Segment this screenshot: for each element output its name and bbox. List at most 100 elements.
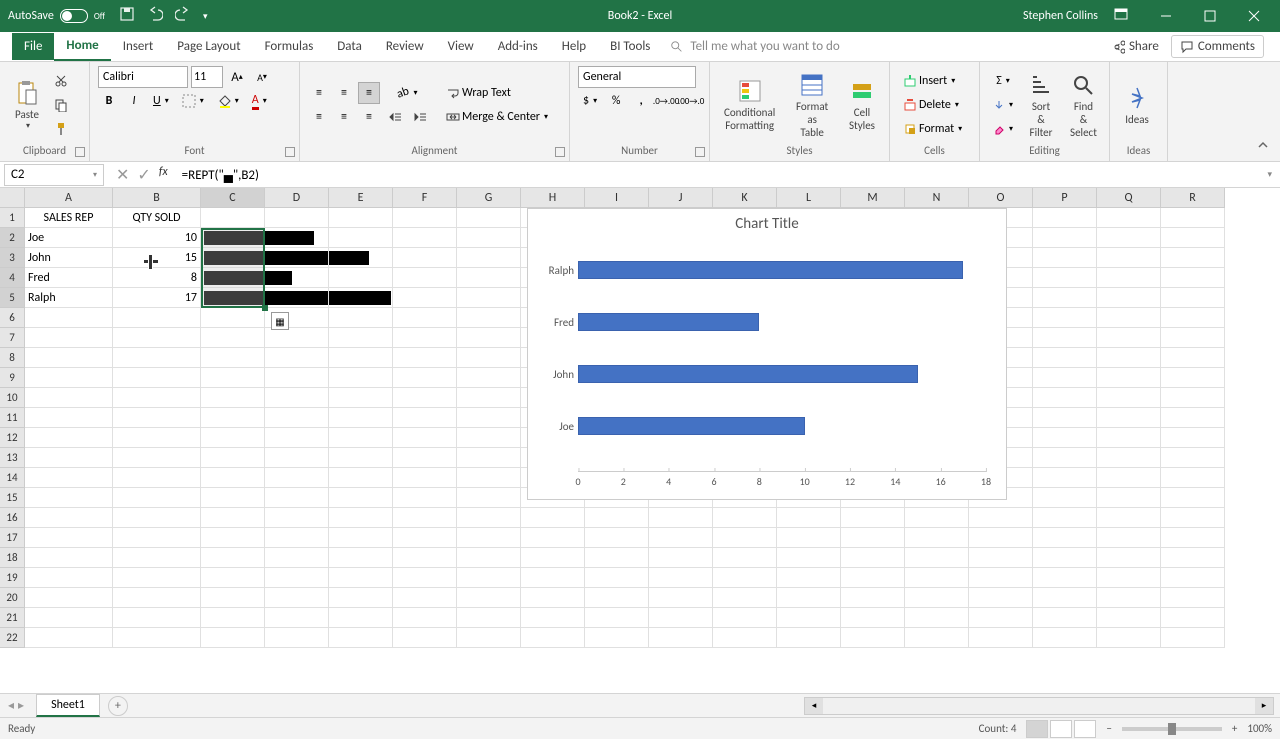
- cell[interactable]: [457, 348, 521, 368]
- cell[interactable]: [265, 428, 329, 448]
- cell[interactable]: [265, 528, 329, 548]
- percent-format-button[interactable]: %: [605, 90, 627, 112]
- merge-center-button[interactable]: Merge & Center▾: [441, 106, 571, 128]
- format-cells-button[interactable]: Format▾: [898, 118, 974, 140]
- wrap-text-button[interactable]: Wrap Text: [441, 82, 551, 104]
- underline-button[interactable]: U▾: [148, 90, 174, 112]
- collapse-ribbon-button[interactable]: [1246, 134, 1280, 161]
- cell[interactable]: [1097, 428, 1161, 448]
- fill-color-button[interactable]: ▾: [212, 90, 244, 112]
- row-header-15[interactable]: 15: [0, 488, 25, 508]
- row-header-11[interactable]: 11: [0, 408, 25, 428]
- cell[interactable]: [25, 508, 113, 528]
- maximize-button[interactable]: [1188, 0, 1232, 32]
- cell[interactable]: [265, 568, 329, 588]
- cell[interactable]: [1033, 448, 1097, 468]
- cell[interactable]: [1161, 248, 1225, 268]
- cell[interactable]: [1161, 208, 1225, 228]
- cell[interactable]: [1097, 528, 1161, 548]
- row-header-13[interactable]: 13: [0, 448, 25, 468]
- cell[interactable]: [393, 248, 457, 268]
- cell[interactable]: [457, 228, 521, 248]
- cell[interactable]: [1161, 328, 1225, 348]
- clear-button[interactable]: ▾: [988, 118, 1018, 140]
- cell[interactable]: Fred: [25, 268, 113, 288]
- cell[interactable]: [265, 548, 329, 568]
- cell[interactable]: [841, 628, 905, 648]
- cell[interactable]: [1097, 268, 1161, 288]
- cell[interactable]: 8: [113, 268, 201, 288]
- cell[interactable]: [329, 568, 393, 588]
- cell[interactable]: [1097, 328, 1161, 348]
- cell[interactable]: [25, 628, 113, 648]
- cell[interactable]: [329, 248, 393, 268]
- cell[interactable]: [329, 628, 393, 648]
- chart-bar[interactable]: [578, 417, 805, 435]
- cell[interactable]: [329, 368, 393, 388]
- chart-bar[interactable]: [578, 365, 918, 383]
- align-right-button[interactable]: ≡: [358, 106, 380, 128]
- column-header-G[interactable]: G: [457, 188, 521, 208]
- cell[interactable]: [713, 608, 777, 628]
- insert-cells-button[interactable]: Insert▾: [898, 70, 974, 92]
- cell[interactable]: [25, 548, 113, 568]
- cell[interactable]: [521, 608, 585, 628]
- increase-font-button[interactable]: A▴: [226, 66, 248, 88]
- column-header-I[interactable]: I: [585, 188, 649, 208]
- cell[interactable]: [1161, 268, 1225, 288]
- borders-button[interactable]: ▾: [177, 90, 209, 112]
- cell[interactable]: [265, 628, 329, 648]
- column-header-Q[interactable]: Q: [1097, 188, 1161, 208]
- cell[interactable]: [393, 348, 457, 368]
- cell[interactable]: [113, 548, 201, 568]
- cell[interactable]: [25, 528, 113, 548]
- cell[interactable]: [457, 568, 521, 588]
- cell[interactable]: [713, 588, 777, 608]
- autosave-toggle[interactable]: AutoSave Off: [8, 9, 105, 23]
- cell[interactable]: [393, 328, 457, 348]
- cell[interactable]: [457, 288, 521, 308]
- cell[interactable]: [1033, 288, 1097, 308]
- cell[interactable]: [113, 388, 201, 408]
- cell[interactable]: 17: [113, 288, 201, 308]
- find-select-button[interactable]: Find & Select: [1064, 70, 1103, 141]
- comments-button[interactable]: Comments: [1171, 35, 1264, 58]
- column-header-M[interactable]: M: [841, 188, 905, 208]
- cell[interactable]: [25, 348, 113, 368]
- cell[interactable]: [393, 388, 457, 408]
- autofill-options-button[interactable]: ▦: [271, 312, 289, 330]
- normal-view-button[interactable]: [1026, 720, 1048, 738]
- dialog-launcher-icon[interactable]: [555, 147, 565, 157]
- tab-page-layout[interactable]: Page Layout: [165, 33, 252, 60]
- cell[interactable]: [329, 288, 393, 308]
- cell[interactable]: [201, 348, 265, 368]
- cell[interactable]: [1033, 428, 1097, 448]
- cell[interactable]: [329, 448, 393, 468]
- cell[interactable]: [201, 448, 265, 468]
- cell[interactable]: [457, 608, 521, 628]
- cell[interactable]: [265, 208, 329, 228]
- tab-data[interactable]: Data: [325, 33, 374, 60]
- cell[interactable]: John: [25, 248, 113, 268]
- horizontal-scrollbar[interactable]: ◂ ▸: [804, 697, 1274, 715]
- cell[interactable]: [1033, 328, 1097, 348]
- cell[interactable]: [201, 548, 265, 568]
- cell[interactable]: [1033, 468, 1097, 488]
- decrease-indent-button[interactable]: [384, 106, 406, 128]
- cell[interactable]: [1161, 348, 1225, 368]
- tab-addins[interactable]: Add-ins: [486, 33, 550, 60]
- cell[interactable]: [1161, 448, 1225, 468]
- cell-styles-button[interactable]: Cell Styles: [843, 76, 881, 134]
- cell[interactable]: [393, 308, 457, 328]
- cell[interactable]: [113, 448, 201, 468]
- cell[interactable]: [329, 268, 393, 288]
- cell[interactable]: [201, 248, 265, 268]
- cell[interactable]: [457, 548, 521, 568]
- italic-button[interactable]: I: [123, 90, 145, 112]
- cell[interactable]: [1033, 488, 1097, 508]
- increase-decimal-button[interactable]: .0→.00: [655, 90, 677, 112]
- cell[interactable]: [113, 488, 201, 508]
- cell[interactable]: [713, 628, 777, 648]
- cell[interactable]: [113, 408, 201, 428]
- cell[interactable]: [201, 368, 265, 388]
